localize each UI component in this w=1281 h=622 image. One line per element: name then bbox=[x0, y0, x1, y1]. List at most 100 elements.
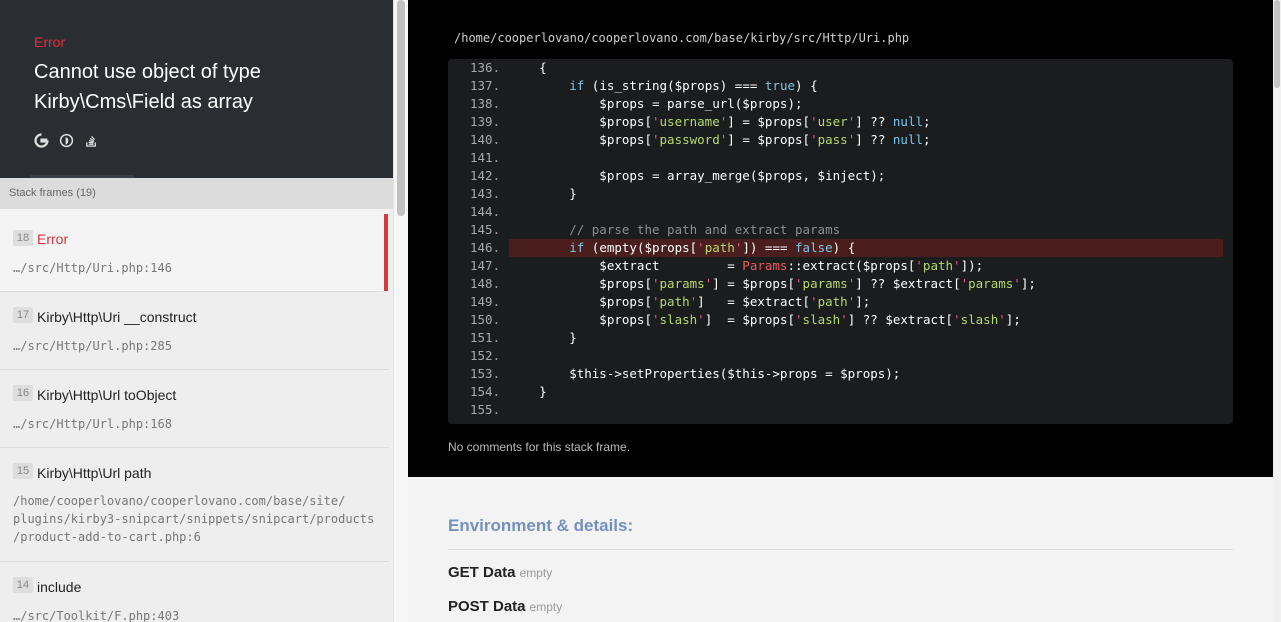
line-code: } bbox=[509, 330, 577, 345]
line-number: 143. bbox=[470, 186, 501, 201]
code-line: 147. $extract = Params::extract($props['… bbox=[448, 257, 1233, 275]
line-number: 152. bbox=[470, 348, 501, 363]
environment-divider bbox=[448, 549, 1233, 550]
code-line: 149. $props['path'] = $extract['path']; bbox=[448, 293, 1233, 311]
line-code: { bbox=[509, 60, 547, 75]
code-line: 145. // parse the path and extract param… bbox=[448, 221, 1233, 239]
line-number: 146. bbox=[470, 240, 501, 255]
line-code: $props = parse_url($props); bbox=[509, 96, 803, 111]
line-number: 138. bbox=[470, 96, 501, 111]
stack-frame[interactable]: 16 Kirby\Http\Url toObject …/src/Http/Ur… bbox=[0, 370, 389, 448]
line-code: // parse the path and extract params bbox=[509, 222, 841, 237]
code-line: 151. } bbox=[448, 329, 1233, 347]
code-line: 153. $this->setProperties($this->props =… bbox=[448, 365, 1233, 383]
line-number: 153. bbox=[470, 366, 501, 381]
line-number: 145. bbox=[470, 222, 501, 237]
duckduckgo-search-icon[interactable] bbox=[59, 132, 74, 148]
error-header: Error Cannot use object of type Kirby\Cm… bbox=[0, 0, 393, 178]
frame-number: 15 bbox=[13, 463, 33, 479]
line-number: 149. bbox=[470, 294, 501, 309]
line-code: $props['password'] = $props['pass'] ?? n… bbox=[509, 132, 931, 147]
post-data-row: POST Data empty bbox=[448, 598, 562, 615]
line-code: $props['slash'] = $props['slash'] ?? $ex… bbox=[509, 312, 1021, 327]
stack-frame[interactable]: 14 include …/src/Toolkit/F.php:403 bbox=[0, 562, 389, 622]
code-file-path: /home/cooperlovano/cooperlovano.com/base… bbox=[454, 31, 910, 45]
code-line: 138. $props = parse_url($props); bbox=[448, 95, 1233, 113]
line-number: 147. bbox=[470, 258, 501, 273]
frame-name: Kirby\Http\Url toObject bbox=[37, 387, 177, 403]
line-number: 139. bbox=[470, 114, 501, 129]
frame-file: /home/cooperlovano/cooperlovano.com/base… bbox=[13, 494, 375, 544]
frame-number: 17 bbox=[13, 307, 33, 323]
frame-number: 16 bbox=[13, 385, 33, 401]
code-block: 136. {137. if (is_string($props) === tru… bbox=[448, 59, 1233, 424]
frame-name: Kirby\Http\Url path bbox=[37, 465, 152, 481]
frame-file: …/src/Http/Uri.php:146 bbox=[13, 261, 172, 275]
line-number: 140. bbox=[470, 132, 501, 147]
stack-frames-header: Stack frames (19) bbox=[0, 178, 393, 209]
environment-details: Environment & details: GET Data empty POS… bbox=[408, 477, 1273, 622]
error-type: Error bbox=[34, 34, 66, 50]
stack-frames-count: Stack frames (19) bbox=[9, 187, 96, 199]
get-data-row: GET Data empty bbox=[448, 564, 552, 581]
frame-name: Kirby\Http\Uri __construct bbox=[37, 309, 197, 325]
line-code: if (is_string($props) === true) { bbox=[569, 78, 818, 93]
details-panel: /home/cooperlovano/cooperlovano.com/base… bbox=[408, 0, 1281, 622]
code-line: 144. bbox=[448, 203, 1233, 221]
line-code: $this->setProperties($this->props = $pro… bbox=[509, 366, 901, 381]
line-code: $props['path'] = $extract['path']; bbox=[509, 294, 871, 309]
line-number: 142. bbox=[470, 168, 501, 183]
code-line: 154. } bbox=[448, 383, 1233, 401]
stack-panel: Error Cannot use object of type Kirby\Cm… bbox=[0, 0, 393, 622]
line-code: } bbox=[509, 384, 547, 399]
code-line: 142. $props = array_merge($props, $injec… bbox=[448, 167, 1233, 185]
error-message: Cannot use object of type Kirby\Cms\Fiel… bbox=[34, 61, 261, 113]
stackoverflow-search-icon[interactable] bbox=[84, 132, 99, 148]
code-line: 143. } bbox=[448, 185, 1233, 203]
stack-frame[interactable]: 18 Error …/src/Http/Uri.php:146 bbox=[0, 209, 389, 292]
code-line-highlighted: 146. if (empty($props['path']) === false… bbox=[448, 239, 1233, 257]
code-line: 140. $props['password'] = $props['pass']… bbox=[448, 131, 1233, 149]
stack-panel-scrollbar-thumb[interactable] bbox=[397, 0, 405, 216]
frame-name: include bbox=[37, 579, 82, 595]
frame-comments: No comments for this stack frame. bbox=[448, 440, 631, 454]
stack-frame[interactable]: 17 Kirby\Http\Uri __construct …/src/Http… bbox=[0, 292, 389, 370]
frame-name: Error bbox=[37, 231, 69, 247]
line-number: 141. bbox=[470, 150, 501, 165]
line-code: } bbox=[509, 186, 577, 201]
post-data-value: empty bbox=[529, 600, 563, 614]
get-data-value: empty bbox=[519, 566, 553, 580]
line-number: 150. bbox=[470, 312, 501, 327]
code-line: 139. $props['username'] = $props['user']… bbox=[448, 113, 1233, 131]
page-scrollbar[interactable] bbox=[1273, 0, 1281, 622]
environment-title: Environment & details: bbox=[448, 516, 634, 535]
code-line: 137. if (is_string($props) === true) { bbox=[448, 77, 1233, 95]
line-number: 144. bbox=[470, 204, 501, 219]
frame-file: …/src/Http/Url.php:285 bbox=[13, 339, 172, 353]
get-data-label: GET Data bbox=[448, 564, 516, 581]
frame-file: …/src/Toolkit/F.php:403 bbox=[13, 609, 180, 622]
code-line: 152. bbox=[448, 347, 1233, 365]
line-number: 137. bbox=[470, 78, 501, 93]
line-number: 148. bbox=[470, 276, 501, 291]
code-line: 150. $props['slash'] = $props['slash'] ?… bbox=[448, 311, 1233, 329]
line-code: if (empty($props['path']) === false) { bbox=[569, 240, 856, 255]
code-line: 141. bbox=[448, 149, 1233, 167]
code-viewer: /home/cooperlovano/cooperlovano.com/base… bbox=[408, 0, 1273, 477]
active-frame-indicator bbox=[384, 214, 388, 291]
line-code: $props['params'] = $props['params'] ?? $… bbox=[509, 276, 1036, 291]
code-line: 136. { bbox=[448, 59, 1233, 77]
line-code: $extract = Params::extract($props['path'… bbox=[509, 258, 984, 273]
frame-file: …/src/Http/Url.php:168 bbox=[13, 417, 172, 431]
code-line: 155. bbox=[448, 401, 1233, 419]
page-scrollbar-thumb[interactable] bbox=[1274, 0, 1280, 88]
line-number: 155. bbox=[470, 402, 501, 417]
line-number: 136. bbox=[470, 60, 501, 75]
google-search-icon[interactable] bbox=[34, 132, 49, 148]
stack-frame[interactable]: 15 Kirby\Http\Url path /home/cooperlovan… bbox=[0, 448, 389, 562]
line-code: $props = array_merge($props, $inject); bbox=[509, 168, 886, 183]
post-data-label: POST Data bbox=[448, 598, 526, 615]
frame-number: 18 bbox=[13, 230, 33, 246]
search-links bbox=[34, 132, 99, 148]
line-code: $props['username'] = $props['user'] ?? n… bbox=[509, 114, 931, 129]
